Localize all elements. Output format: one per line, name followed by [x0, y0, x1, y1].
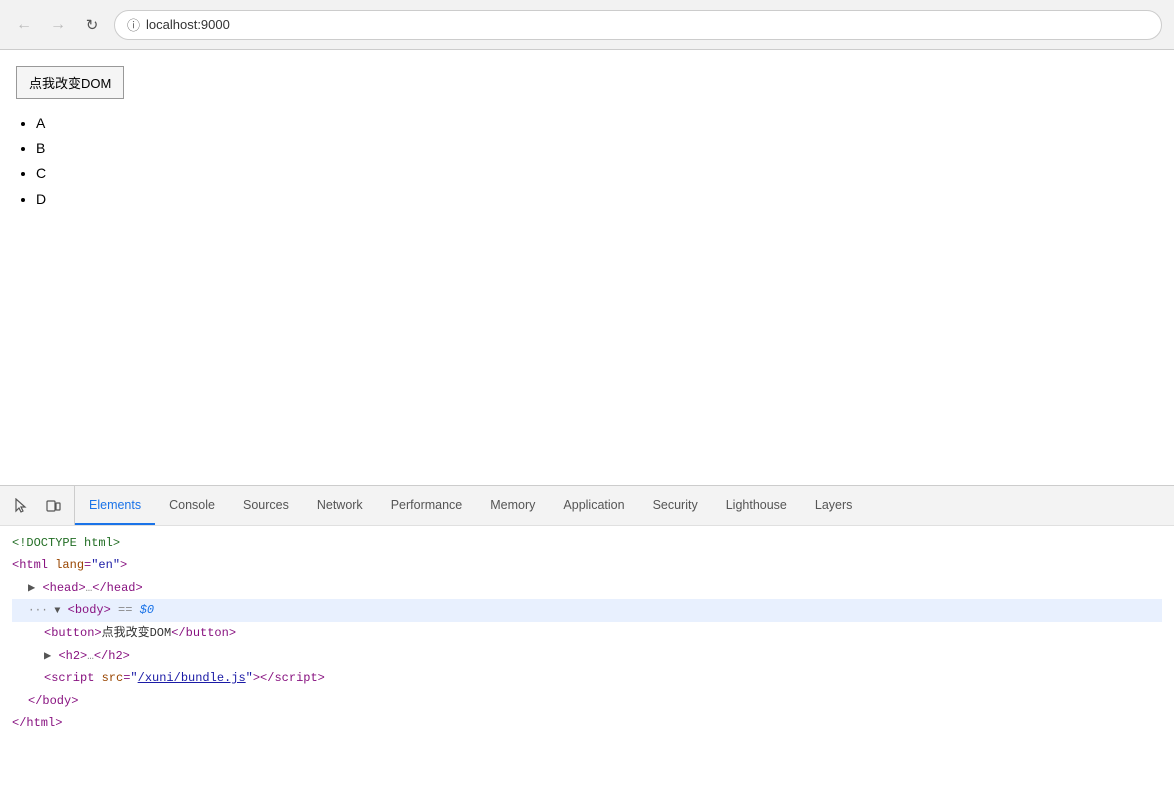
- tab-sources[interactable]: Sources: [229, 486, 303, 525]
- inspect-element-button[interactable]: [8, 493, 34, 519]
- dom-html-close: </html>: [12, 712, 1162, 734]
- url-display: localhost:9000: [146, 17, 230, 32]
- list-item: D: [36, 187, 1158, 212]
- dom-body-selected[interactable]: ··· ▼ <body> == $0: [12, 599, 1162, 622]
- dom-button[interactable]: <button>点我改变DOM</button>: [12, 622, 1162, 644]
- security-info-icon: ⓘ: [127, 15, 140, 34]
- tab-console[interactable]: Console: [155, 486, 229, 525]
- back-button[interactable]: ←: [12, 13, 36, 37]
- dom-h2[interactable]: ▶ <h2>…</h2>: [12, 645, 1162, 668]
- tab-network[interactable]: Network: [303, 486, 377, 525]
- tab-application[interactable]: Application: [549, 486, 638, 525]
- page-content: 点我改变DOM A B C D: [0, 50, 1174, 485]
- dom-head: ▶ <head>…</head>: [12, 577, 1162, 600]
- browser-chrome: ← → ↻ ⓘ localhost:9000: [0, 0, 1174, 50]
- dom-body-close: </body>: [12, 690, 1162, 712]
- list-item: B: [36, 136, 1158, 161]
- tab-security[interactable]: Security: [639, 486, 712, 525]
- devtools-icon-group: [0, 486, 75, 525]
- tab-elements[interactable]: Elements: [75, 486, 155, 525]
- address-bar[interactable]: ⓘ localhost:9000: [114, 10, 1162, 40]
- tab-performance[interactable]: Performance: [377, 486, 477, 525]
- dom-doctype: <!DOCTYPE html>: [12, 532, 1162, 554]
- device-toolbar-button[interactable]: [40, 493, 66, 519]
- refresh-button[interactable]: ↻: [80, 13, 104, 37]
- forward-button[interactable]: →: [46, 13, 70, 37]
- tab-layers[interactable]: Layers: [801, 486, 867, 525]
- change-dom-button[interactable]: 点我改变DOM: [16, 66, 124, 99]
- devtools-toolbar: Elements Console Sources Network Perform…: [0, 486, 1174, 526]
- page-list: A B C D: [16, 111, 1158, 212]
- list-item: A: [36, 111, 1158, 136]
- list-item: C: [36, 161, 1158, 186]
- devtools-tabs: Elements Console Sources Network Perform…: [75, 486, 1174, 525]
- tab-lighthouse[interactable]: Lighthouse: [712, 486, 801, 525]
- devtools-elements-panel: <!DOCTYPE html> <html lang="en"> ▶ <head…: [0, 526, 1174, 740]
- tab-memory[interactable]: Memory: [476, 486, 549, 525]
- dom-script[interactable]: <script src="/xuni/bundle.js"></script>: [12, 667, 1162, 689]
- devtools-panel: Elements Console Sources Network Perform…: [0, 485, 1174, 805]
- dom-html-open: <html lang="en">: [12, 554, 1162, 576]
